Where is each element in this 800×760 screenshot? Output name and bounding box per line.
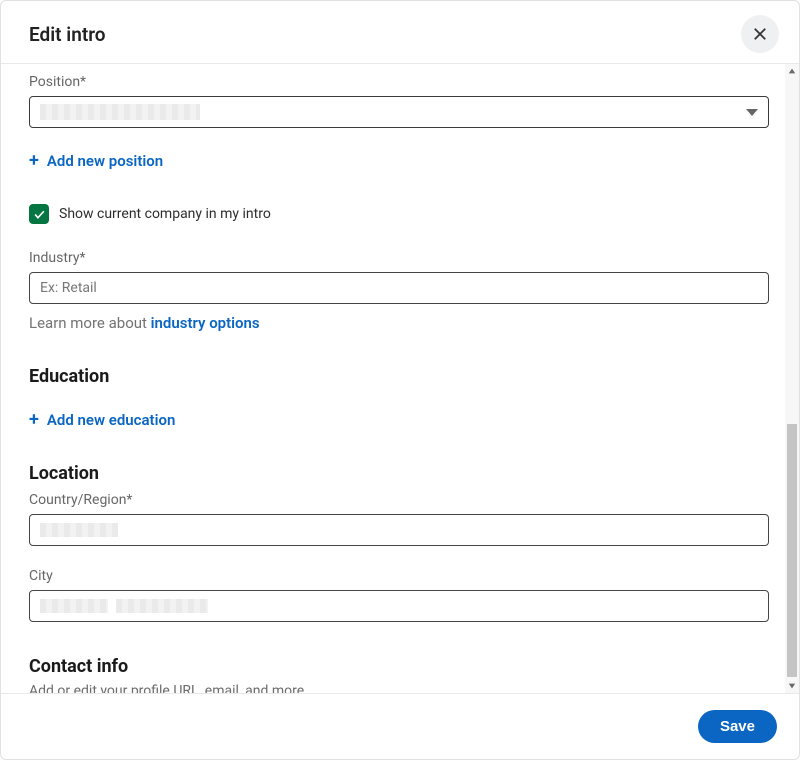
modal-header: Edit intro: [1, 1, 799, 64]
add-position-button[interactable]: + Add new position: [29, 152, 769, 170]
check-icon: [33, 208, 46, 221]
country-input[interactable]: [29, 514, 769, 546]
location-heading: Location: [29, 463, 769, 484]
modal-footer: Save: [1, 693, 799, 759]
save-button[interactable]: Save: [698, 710, 777, 743]
education-heading: Education: [29, 366, 769, 387]
add-position-label: Add new position: [47, 152, 163, 170]
close-icon: [751, 25, 769, 43]
industry-placeholder: Ex: Retail: [40, 280, 97, 296]
edit-intro-modal: Edit intro Position* + Add new position …: [0, 0, 800, 760]
add-education-label: Add new education: [47, 411, 175, 429]
show-company-checkbox[interactable]: [29, 204, 49, 224]
city-value-redacted-1: [40, 599, 108, 613]
industry-input[interactable]: Ex: Retail: [29, 272, 769, 304]
city-input[interactable]: [29, 590, 769, 622]
show-company-checkbox-row: Show current company in my intro: [29, 204, 769, 224]
city-label: City: [29, 568, 769, 584]
contact-info-heading: Contact info: [29, 656, 769, 677]
scroll-area: Position* + Add new position Show curren…: [1, 64, 799, 693]
plus-icon: +: [29, 152, 39, 170]
country-value-redacted: [40, 523, 118, 537]
position-label: Position*: [29, 74, 769, 90]
position-value-redacted: [40, 104, 200, 120]
close-button[interactable]: [741, 15, 779, 53]
plus-icon: +: [29, 411, 39, 429]
industry-options-link[interactable]: industry options: [151, 314, 260, 332]
country-label: Country/Region*: [29, 492, 769, 508]
industry-label: Industry*: [29, 250, 769, 266]
chevron-down-icon: [746, 109, 758, 116]
triangle-up-icon: [788, 67, 796, 75]
form-body[interactable]: Position* + Add new position Show curren…: [1, 64, 785, 693]
industry-helper-prefix: Learn more about: [29, 314, 151, 332]
city-value-redacted-2: [116, 599, 208, 613]
scroll-up-arrow[interactable]: [785, 64, 799, 78]
scrollbar-thumb[interactable]: [787, 424, 797, 677]
modal-title: Edit intro: [29, 23, 106, 46]
triangle-down-icon: [788, 682, 796, 690]
scroll-down-arrow[interactable]: [785, 679, 799, 693]
position-select[interactable]: [29, 96, 769, 128]
scrollbar-track[interactable]: [785, 64, 799, 693]
contact-info-sub: Add or edit your profile URL, email, and…: [29, 683, 769, 693]
show-company-label: Show current company in my intro: [59, 206, 271, 222]
add-education-button[interactable]: + Add new education: [29, 411, 769, 429]
industry-helper: Learn more about industry options: [29, 314, 769, 332]
